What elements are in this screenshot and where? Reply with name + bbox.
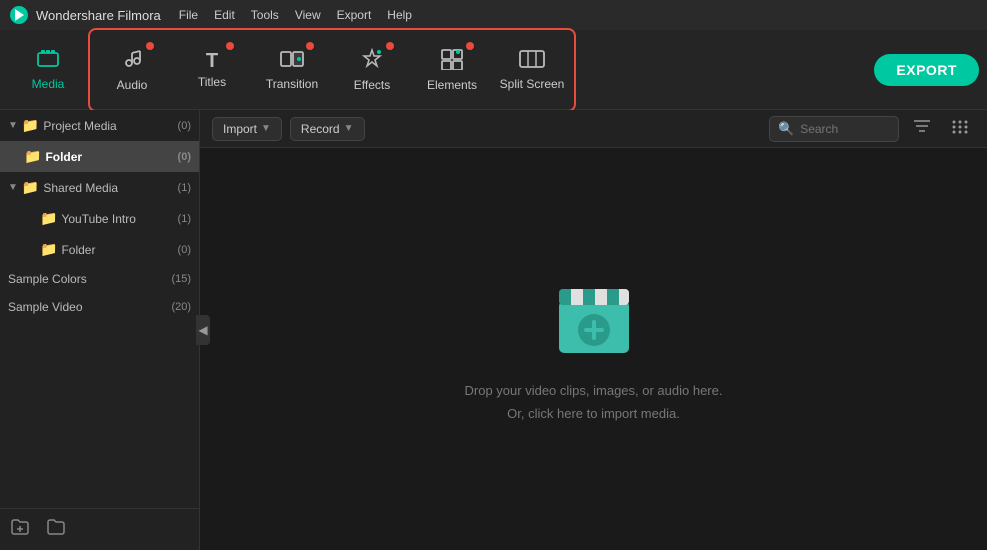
sidebar: ▼ 📁 Project Media (0) 📁 Folder (0) ▼ 📁 S… [0, 110, 200, 550]
titles-dot [226, 42, 234, 50]
export-button[interactable]: EXPORT [874, 54, 979, 86]
menu-view[interactable]: View [295, 8, 321, 22]
import-label: Import [223, 122, 257, 136]
sample-video-count: (20) [171, 301, 191, 313]
search-box[interactable]: 🔍 [769, 116, 899, 142]
folder-label: Folder [45, 150, 82, 164]
shared-folder-label: Folder [61, 243, 95, 257]
folder-icon: 📁 [22, 179, 39, 196]
import-arrow-icon: ▼ [261, 123, 271, 134]
toolbar-outlined-group: Audio T Titles Transition [88, 28, 576, 112]
grid-view-button[interactable] [945, 116, 975, 141]
search-icon: 🔍 [778, 121, 794, 137]
media-icon [36, 49, 60, 73]
drop-line1: Drop your video clips, images, or audio … [465, 379, 723, 402]
app-name: Wondershare Filmora [36, 8, 161, 23]
sidebar-item-folder[interactable]: 📁 Folder (0) [0, 141, 199, 172]
drop-zone-text: Drop your video clips, images, or audio … [465, 379, 723, 426]
toolbar-split-screen-button[interactable]: Split Screen [492, 32, 572, 108]
transition-dot [306, 42, 314, 50]
main-area: ▼ 📁 Project Media (0) 📁 Folder (0) ▼ 📁 S… [0, 110, 987, 550]
content-toolbar: Import ▼ Record ▼ 🔍 [200, 110, 987, 148]
toolbar-effects-button[interactable]: Effects [332, 32, 412, 108]
record-button[interactable]: Record ▼ [290, 117, 365, 141]
elements-icon [440, 48, 464, 74]
sidebar-item-youtube-intro[interactable]: 📁 YouTube Intro (1) [0, 203, 199, 234]
sample-colors-label: Sample Colors [8, 272, 87, 286]
search-input[interactable] [800, 122, 885, 136]
audio-icon [121, 48, 143, 74]
sidebar-item-project-media[interactable]: ▼ 📁 Project Media (0) [0, 110, 199, 141]
menu-export[interactable]: Export [337, 8, 372, 22]
content-area: Import ▼ Record ▼ 🔍 [200, 110, 987, 550]
record-arrow-icon: ▼ [344, 123, 354, 134]
record-label: Record [301, 122, 340, 136]
folder-icon: 📁 [24, 148, 41, 165]
import-button[interactable]: Import ▼ [212, 117, 282, 141]
transition-label: Transition [266, 77, 318, 91]
elements-label: Elements [427, 78, 477, 92]
sample-colors-count: (15) [171, 273, 191, 285]
youtube-intro-count: (1) [178, 213, 191, 225]
drop-line2: Or, click here to import media. [465, 402, 723, 425]
add-folder-icon[interactable] [10, 517, 30, 542]
shared-folder-count: (0) [178, 244, 191, 256]
shared-media-label: Shared Media [43, 181, 118, 195]
title-bar: Wondershare Filmora File Edit Tools View… [0, 0, 987, 30]
toolbar-media-button[interactable]: Media [8, 32, 88, 108]
media-label: Media [32, 77, 65, 91]
project-media-label: Project Media [43, 119, 116, 133]
chevron-down-icon: ▼ [8, 182, 18, 193]
menu-file[interactable]: File [179, 8, 198, 22]
shared-media-count: (1) [178, 182, 191, 194]
app-icon [10, 6, 28, 24]
sidebar-collapse-button[interactable]: ◀ [196, 315, 210, 345]
transition-icon [280, 49, 304, 73]
sidebar-wrapper: ▼ 📁 Project Media (0) 📁 Folder (0) ▼ 📁 S… [0, 110, 200, 550]
elements-dot [466, 42, 474, 50]
audio-dot [146, 42, 154, 50]
folder-icon: 📁 [40, 210, 57, 227]
sidebar-item-sample-colors[interactable]: Sample Colors (15) [0, 265, 199, 293]
effects-icon [361, 48, 383, 74]
drop-zone[interactable]: Drop your video clips, images, or audio … [200, 148, 987, 550]
sidebar-item-sample-video[interactable]: Sample Video (20) [0, 293, 199, 321]
sample-video-label: Sample Video [8, 300, 83, 314]
folder-icon: 📁 [40, 241, 57, 258]
split-screen-label: Split Screen [500, 77, 565, 91]
menu-edit[interactable]: Edit [214, 8, 235, 22]
titles-icon: T [206, 51, 218, 71]
folder-icon: 📁 [22, 117, 39, 134]
project-media-count: (0) [178, 120, 191, 132]
toolbar: Media Audio T Titles [0, 30, 987, 110]
new-folder-icon[interactable] [46, 517, 66, 542]
toolbar-titles-button[interactable]: T Titles [172, 32, 252, 108]
menu-bar: File Edit Tools View Export Help [179, 8, 412, 22]
toolbar-audio-button[interactable]: Audio [92, 32, 172, 108]
youtube-intro-label: YouTube Intro [61, 212, 136, 226]
effects-dot [386, 42, 394, 50]
clapperboard-icon [549, 273, 639, 363]
menu-help[interactable]: Help [387, 8, 412, 22]
toolbar-transition-button[interactable]: Transition [252, 32, 332, 108]
sidebar-item-shared-media[interactable]: ▼ 📁 Shared Media (1) [0, 172, 199, 203]
sidebar-footer [0, 508, 199, 550]
toolbar-elements-button[interactable]: Elements [412, 32, 492, 108]
audio-label: Audio [117, 78, 148, 92]
titles-label: Titles [198, 75, 226, 89]
split-screen-icon [519, 49, 545, 73]
filter-button[interactable] [907, 116, 937, 141]
menu-tools[interactable]: Tools [251, 8, 279, 22]
sidebar-item-shared-folder[interactable]: 📁 Folder (0) [0, 234, 199, 265]
chevron-down-icon: ▼ [8, 120, 18, 131]
folder-count: (0) [178, 151, 191, 163]
effects-label: Effects [354, 78, 390, 92]
